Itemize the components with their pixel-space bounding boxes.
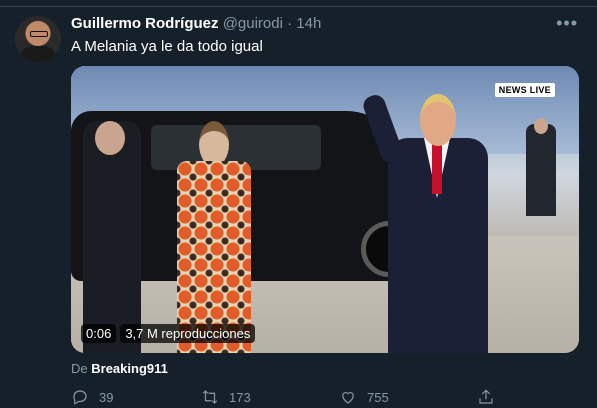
reply-button[interactable]: 39 bbox=[71, 388, 113, 406]
media-source: De Breaking911 bbox=[71, 361, 168, 376]
share-icon bbox=[479, 389, 493, 404]
like-count: 755 bbox=[367, 389, 389, 405]
separator-dot: · bbox=[287, 15, 293, 32]
video-duration: 0:06 bbox=[81, 324, 117, 343]
source-prefix: De bbox=[71, 361, 88, 376]
author-name[interactable]: Guillermo Rodríguez bbox=[71, 15, 219, 32]
video-views: 3,7 M reproducciones bbox=[120, 324, 256, 343]
tweet-header: Guillermo Rodríguez @guirodi · 14h bbox=[71, 15, 321, 32]
tweet-time[interactable]: 14h bbox=[296, 15, 321, 32]
source-account[interactable]: Breaking911 bbox=[91, 361, 168, 376]
avatar-glasses bbox=[30, 31, 48, 37]
heart-icon bbox=[342, 392, 354, 404]
news-watermark: NEWS LIVE bbox=[494, 83, 555, 97]
video-overlay: 0:06 3,7 M reproducciones bbox=[81, 324, 256, 343]
reply-count: 39 bbox=[99, 389, 114, 405]
tweet-text: A Melania ya le da todo igual bbox=[71, 38, 263, 55]
video-player[interactable]: NEWS LIVE 0:06 3,7 M reproducciones bbox=[71, 66, 579, 353]
video-agent bbox=[83, 121, 141, 353]
retweet-count: 173 bbox=[229, 389, 251, 405]
avatar-shirt bbox=[21, 46, 55, 62]
reply-icon bbox=[73, 390, 87, 405]
author-handle[interactable]: @guirodi bbox=[223, 15, 283, 32]
video-woman bbox=[171, 121, 256, 353]
video-man-waving bbox=[360, 92, 496, 353]
avatar[interactable] bbox=[15, 16, 61, 62]
tweet-actions: 39 173 755 bbox=[71, 388, 531, 406]
timeline-divider bbox=[0, 0, 597, 7]
retweet-button[interactable]: 173 bbox=[201, 388, 251, 406]
video-background-person bbox=[526, 118, 556, 216]
like-button[interactable]: 755 bbox=[339, 388, 389, 406]
share-button[interactable] bbox=[477, 388, 495, 406]
more-dots-icon[interactable]: ••• bbox=[556, 13, 578, 34]
retweet-icon bbox=[202, 390, 218, 404]
